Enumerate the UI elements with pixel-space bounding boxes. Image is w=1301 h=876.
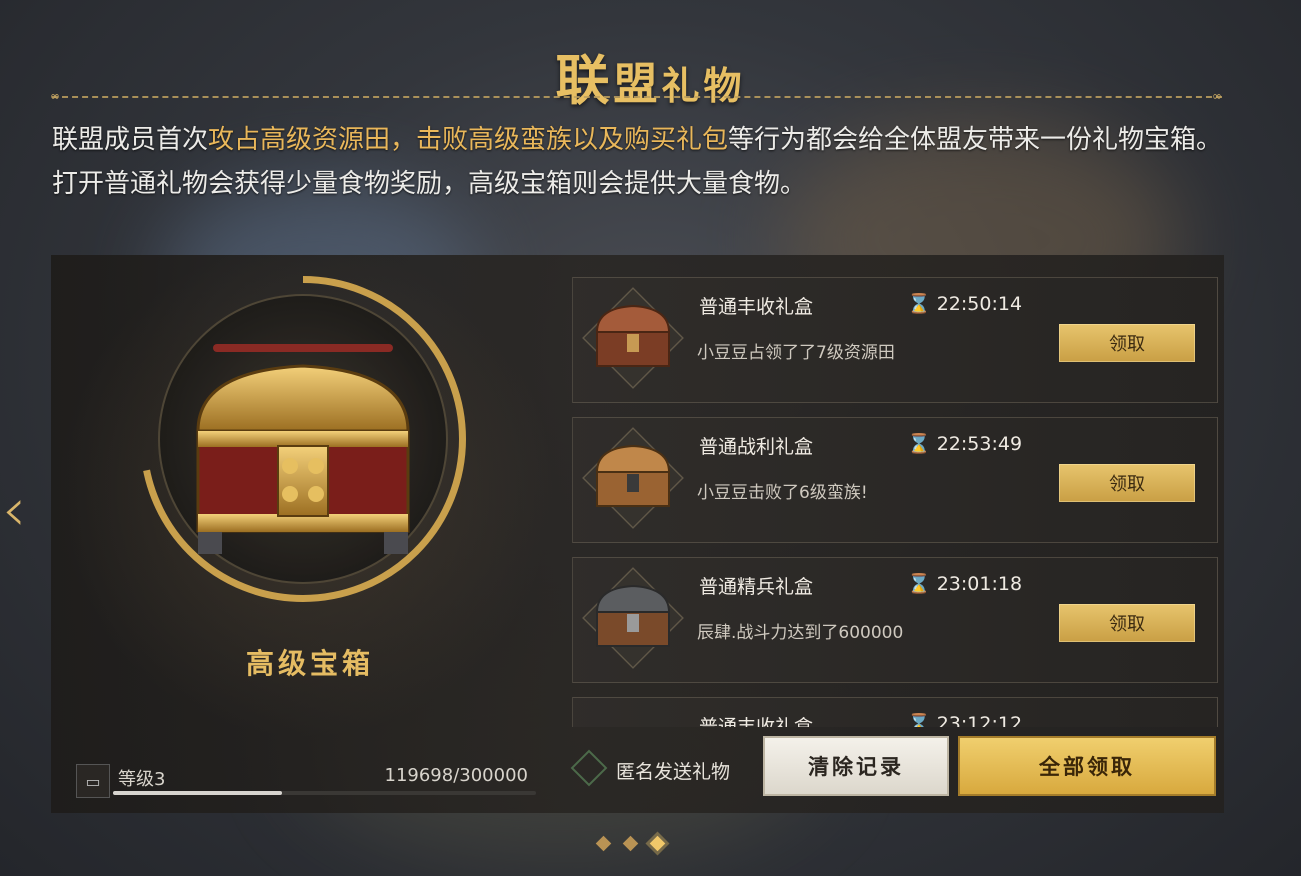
chest-level-label: 等级3 [118, 769, 166, 790]
gift-timer-value: 22:53:49 [936, 433, 1023, 455]
divider-ornament-icon: ∞ [1212, 89, 1222, 103]
gift-row: 普通精兵礼盒 ⌛ 23:01:18 辰肆.战斗力达到了600000 领取 [572, 557, 1218, 683]
gift-name: 普通战利礼盒 [699, 436, 814, 458]
divider-ornament-icon: ∞ [50, 89, 60, 103]
gift-timer: ⌛ 22:50:14 [907, 293, 1023, 315]
claim-all-button[interactable]: 全部领取 [958, 736, 1216, 796]
chest-stud [308, 486, 324, 502]
chest-band [198, 431, 408, 447]
description-segment: 联盟成员首次 [52, 125, 209, 155]
gift-timer-value: 23:12:12 [936, 713, 1023, 727]
gift-description: 小豆豆占领了了7级资源田 [697, 343, 895, 363]
page-title: 联盟礼物 [0, 36, 1301, 115]
description-highlight: 攻占高级资源田，击败高级蛮族以及购买礼包 [208, 125, 729, 155]
gift-row: 普通丰收礼盒 ⌛ 22:50:14 小豆豆占领了了7级资源田 领取 [572, 277, 1218, 403]
gift-name: 普通丰收礼盒 [699, 296, 814, 318]
gift-timer: ⌛ 22:53:49 [907, 433, 1023, 455]
chest-rod [213, 344, 393, 352]
gift-description: 辰肆.战斗力达到了600000 [697, 623, 904, 643]
page-dot-active[interactable] [649, 835, 666, 852]
chest-level-icon: ▭ [76, 764, 110, 798]
gift-description: 小豆豆击败了6级蛮族! [697, 483, 868, 503]
gift-timer-value: 23:01:18 [936, 573, 1023, 595]
title-char: 礼物 [661, 64, 746, 108]
treasure-chest-icon[interactable] [178, 336, 428, 561]
gift-name: 普通精兵礼盒 [699, 576, 814, 598]
chest-stud [282, 486, 298, 502]
chevron-left-icon[interactable]: ‹ [2, 480, 42, 540]
page-indicator [595, 835, 666, 852]
chest-progress-bar [113, 791, 536, 795]
chest-progress-fill [113, 791, 282, 795]
chest-lid [196, 364, 410, 433]
spoils-chest-icon [595, 444, 671, 507]
gift-timer: ⌛ 23:12:12 [907, 712, 1022, 727]
description-text: 联盟成员首次攻占高级资源田，击败高级蛮族以及购买礼包等行为都会给全体盟友带来一份… [52, 118, 1232, 206]
gift-row: 普通战利礼盒 ⌛ 22:53:49 小豆豆击败了6级蛮族! 领取 [572, 417, 1218, 543]
title-char: 联 [555, 49, 614, 112]
chest-foot [384, 532, 408, 554]
chest-stud [308, 458, 324, 474]
elite-chest-icon [595, 584, 671, 647]
gift-timer: ⌛ 23:01:18 [907, 573, 1023, 595]
clear-records-button[interactable]: 清除记录 [763, 736, 949, 796]
chest-name: 高级宝箱 [245, 647, 374, 680]
title-char: 盟 [613, 59, 662, 110]
gift-timer-value: 22:50:14 [936, 293, 1023, 315]
chest-progress-text: 119698/300000 [384, 765, 529, 786]
title-divider [52, 96, 1222, 98]
harvest-chest-icon [595, 304, 671, 367]
claim-button[interactable]: 领取 [1059, 604, 1195, 642]
page-dot[interactable] [622, 835, 639, 852]
chest-stud [282, 458, 298, 474]
claim-button[interactable]: 领取 [1059, 464, 1195, 502]
chest-lock-plate [277, 445, 329, 517]
gift-row-partial: 普通丰收礼盒 ⌛ 23:12:12 [572, 697, 1218, 727]
anonymous-label: 匿名发送礼物 [616, 761, 731, 783]
page-dot[interactable] [595, 835, 612, 852]
chest-foot [198, 532, 222, 554]
claim-button[interactable]: 领取 [1059, 324, 1195, 362]
gift-name: 普通丰收礼盒 [699, 716, 814, 727]
